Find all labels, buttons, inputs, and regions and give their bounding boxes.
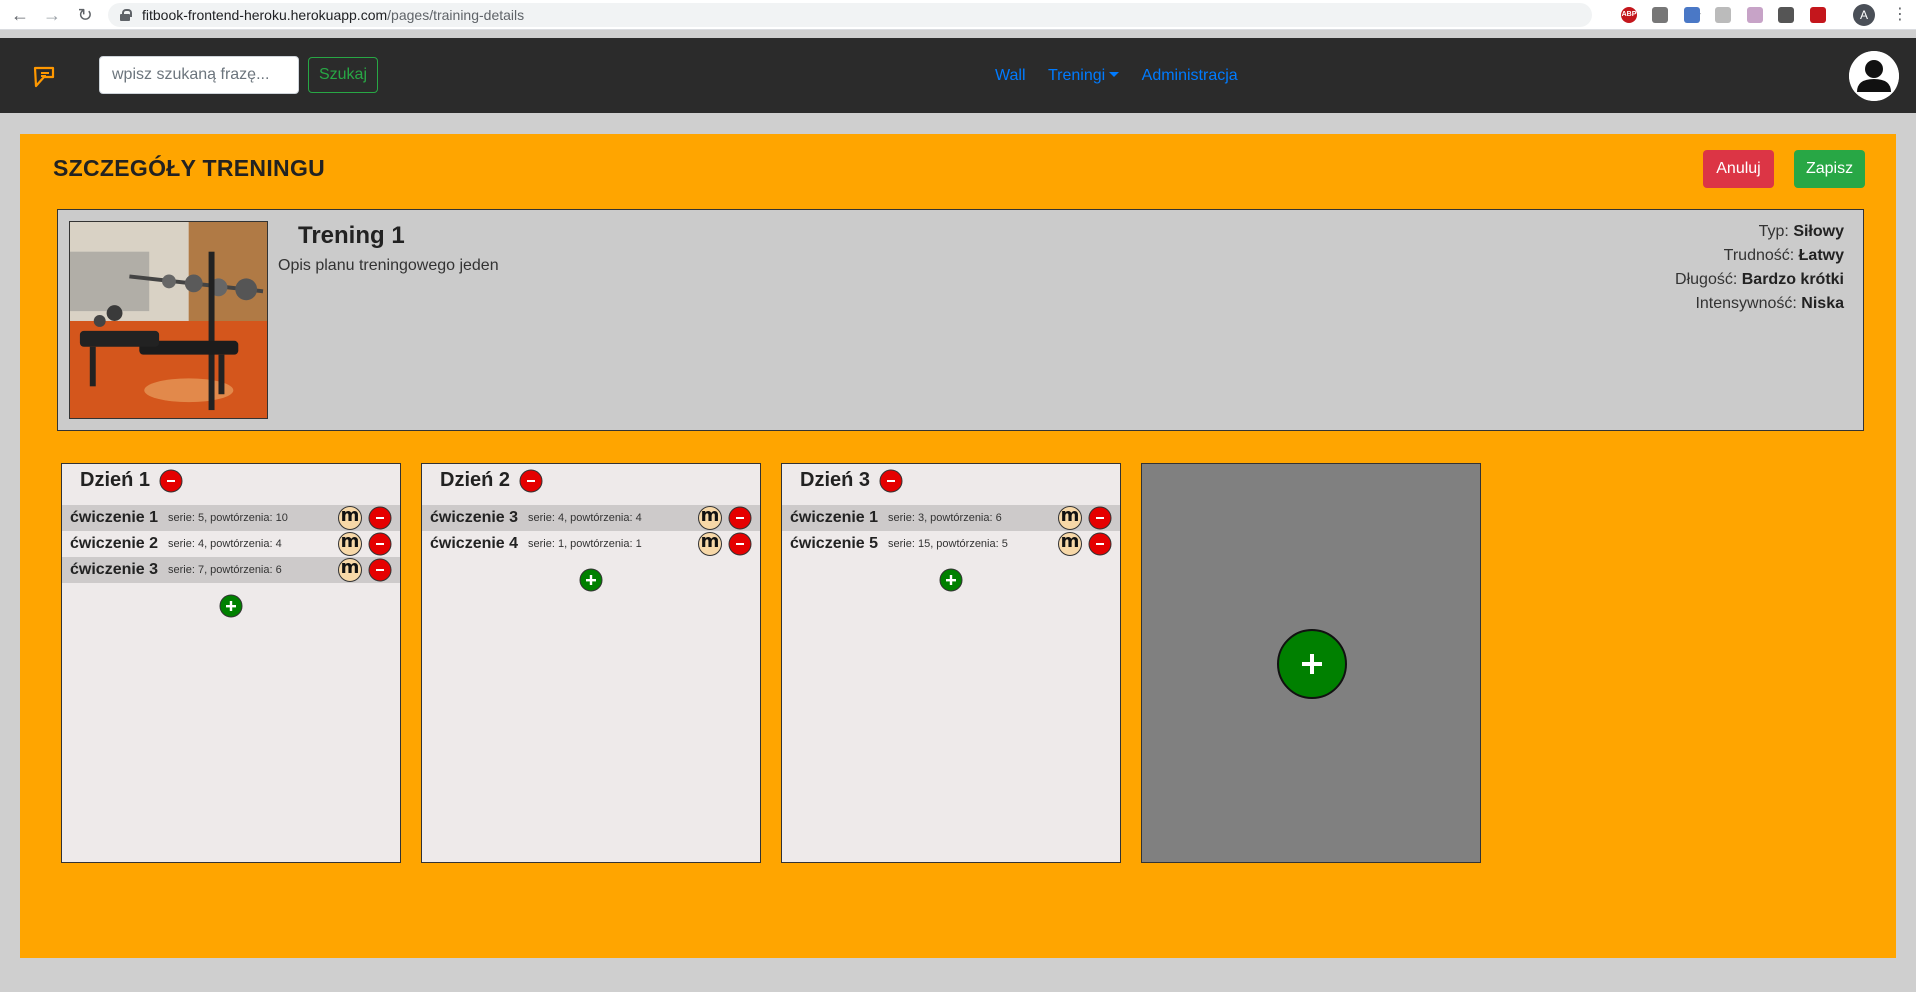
exercise-info: serie: 4, powtórzenia: 4 [168,538,282,550]
day-title: Dzień 3 [800,469,871,491]
add-exercise-icon[interactable] [939,568,963,592]
meta-length-value: Bardzo krótki [1741,271,1844,288]
exercise-list: ćwiczenie 1 serie: 3, powtórzenia: 6 m ć… [782,505,1120,557]
clipboard-icon[interactable] [1715,7,1731,23]
user-avatar-icon[interactable] [1849,51,1899,101]
day-card: Dzień 1 ćwiczenie 1 serie: 5, powtórzeni… [61,463,401,863]
nav-trainings-label: Treningi [1047,67,1106,84]
fitbook-logo-icon[interactable] [32,65,56,89]
day-card: Dzień 2 ćwiczenie 3 serie: 4, powtórzeni… [421,463,761,863]
modify-exercise-button[interactable]: m [698,506,722,530]
menu-kebab-icon[interactable]: ⋮ [1892,4,1908,24]
extension-icon[interactable] [1810,7,1826,23]
exercise-info: serie: 7, powtórzenia: 6 [168,564,282,576]
exercise-info: serie: 1, powtórzenia: 1 [528,538,642,550]
exercise-row: ćwiczenie 2 serie: 4, powtórzenia: 4 m [62,531,400,557]
save-button[interactable]: Zapisz [1794,150,1865,188]
exercise-row: ćwiczenie 4 serie: 1, powtórzenia: 1 m [422,531,760,557]
search-button[interactable]: Szukaj [308,57,378,93]
exercise-row: ćwiczenie 5 serie: 15, powtórzenia: 5 m [782,531,1120,557]
exercise-info: serie: 5, powtórzenia: 10 [168,512,288,524]
address-bar[interactable]: fitbook-frontend-heroku.herokuapp.com/pa… [108,3,1702,27]
remove-exercise-icon[interactable] [1088,532,1112,556]
exercise-name: ćwiczenie 3 [430,509,519,526]
meta-intensity-value: Niska [1801,295,1844,312]
adblock-icon[interactable]: ABP [1621,7,1637,23]
exercise-name: ćwiczenie 4 [430,535,519,552]
training-photo [69,221,268,419]
modify-exercise-button[interactable]: m [338,532,362,556]
meta-intensity-label: Intensywność: [1695,295,1797,312]
lock-icon [120,9,132,21]
meta-type: Typ: Siłowy [1675,220,1844,244]
back-arrow-icon[interactable]: ← [8,3,32,27]
meta-difficulty-value: Łatwy [1798,247,1844,264]
meta-type-value: Siłowy [1793,223,1844,240]
exercise-name: ćwiczenie 3 [70,561,159,578]
add-exercise-icon[interactable] [219,594,243,618]
reload-icon[interactable]: ↻ [73,3,97,27]
remove-day-icon[interactable] [879,469,903,493]
meta-intensity: Intensywność: Niska [1675,292,1844,316]
day-title: Dzień 1 [80,469,151,491]
modify-exercise-button[interactable]: m [698,532,722,556]
day-title: Dzień 2 [440,469,511,491]
remove-exercise-icon[interactable] [728,506,752,530]
add-day-card[interactable] [1141,463,1481,863]
exercise-row: ćwiczenie 3 serie: 7, powtórzenia: 6 m [62,557,400,583]
remove-exercise-icon[interactable] [368,558,392,582]
training-name: Trening 1 [298,222,405,249]
exercise-name: ćwiczenie 2 [70,535,159,552]
remove-exercise-icon[interactable] [728,532,752,556]
page-title: SZCZEGÓŁY TRENINGU [53,155,326,181]
exercise-info: serie: 15, powtórzenia: 5 [888,538,1008,550]
forward-arrow-icon[interactable]: → [40,3,64,27]
modify-exercise-button[interactable]: m [1058,506,1082,530]
profile-avatar[interactable]: A [1853,4,1875,26]
remove-day-icon[interactable] [159,469,183,493]
meta-length: Długość: Bardzo krótki [1675,268,1844,292]
app-navbar: wpisz szukaną frazę... Szukaj Wall Treni… [0,38,1916,113]
modify-exercise-button[interactable]: m [338,558,362,582]
exercise-list: ćwiczenie 3 serie: 4, powtórzenia: 4 m ć… [422,505,760,557]
meta-difficulty-label: Trudność: [1723,247,1795,264]
modify-exercise-button[interactable]: m [1058,532,1082,556]
camera-icon[interactable] [1652,7,1668,23]
main-nav: Wall Treningi Administracja [995,67,1238,85]
remove-exercise-icon[interactable] [1088,506,1112,530]
calendar-icon[interactable] [1747,7,1763,23]
nav-admin-link[interactable]: Administracja [1142,67,1238,85]
exercise-name: ćwiczenie 1 [70,509,159,526]
meta-type-label: Typ: [1758,223,1789,240]
training-info-box: Trening 1 Opis planu treningowego jeden … [57,209,1864,431]
add-exercise-icon[interactable] [579,568,603,592]
caret-down-icon [1109,72,1120,77]
url-text: fitbook-frontend-heroku.herokuapp.com/pa… [142,7,525,23]
facebook-icon[interactable] [1778,7,1794,23]
screenshot-icon[interactable] [1684,7,1700,23]
modify-exercise-button[interactable]: m [338,506,362,530]
remove-exercise-icon[interactable] [368,506,392,530]
exercise-name: ćwiczenie 1 [790,509,879,526]
exercise-list: ćwiczenie 1 serie: 5, powtórzenia: 10 m … [62,505,400,583]
browser-toolbar: ← → ↻ fitbook-frontend-heroku.herokuapp.… [0,0,1916,30]
exercise-info: serie: 4, powtórzenia: 4 [528,512,642,524]
add-day-icon[interactable] [1276,628,1348,700]
exercise-row: ćwiczenie 3 serie: 4, powtórzenia: 4 m [422,505,760,531]
search-input[interactable]: wpisz szukaną frazę... [99,56,299,94]
exercise-info: serie: 3, powtórzenia: 6 [888,512,1002,524]
remove-exercise-icon[interactable] [368,532,392,556]
exercise-row: ćwiczenie 1 serie: 5, powtórzenia: 10 m [62,505,400,531]
cancel-button[interactable]: Anuluj [1703,150,1774,188]
nav-wall-link[interactable]: Wall [995,67,1026,85]
exercise-row: ćwiczenie 1 serie: 3, powtórzenia: 6 m [782,505,1120,531]
training-meta: Typ: Siłowy Trudność: Łatwy Długość: Bar… [1675,220,1844,316]
training-description: Opis planu treningowego jeden [278,257,499,274]
meta-difficulty: Trudność: Łatwy [1675,244,1844,268]
nav-trainings-dropdown[interactable]: Treningi [1047,67,1120,85]
day-card: Dzień 3 ćwiczenie 1 serie: 3, powtórzeni… [781,463,1121,863]
meta-length-label: Długość: [1675,271,1738,288]
remove-day-icon[interactable] [519,469,543,493]
exercise-name: ćwiczenie 5 [790,535,879,552]
